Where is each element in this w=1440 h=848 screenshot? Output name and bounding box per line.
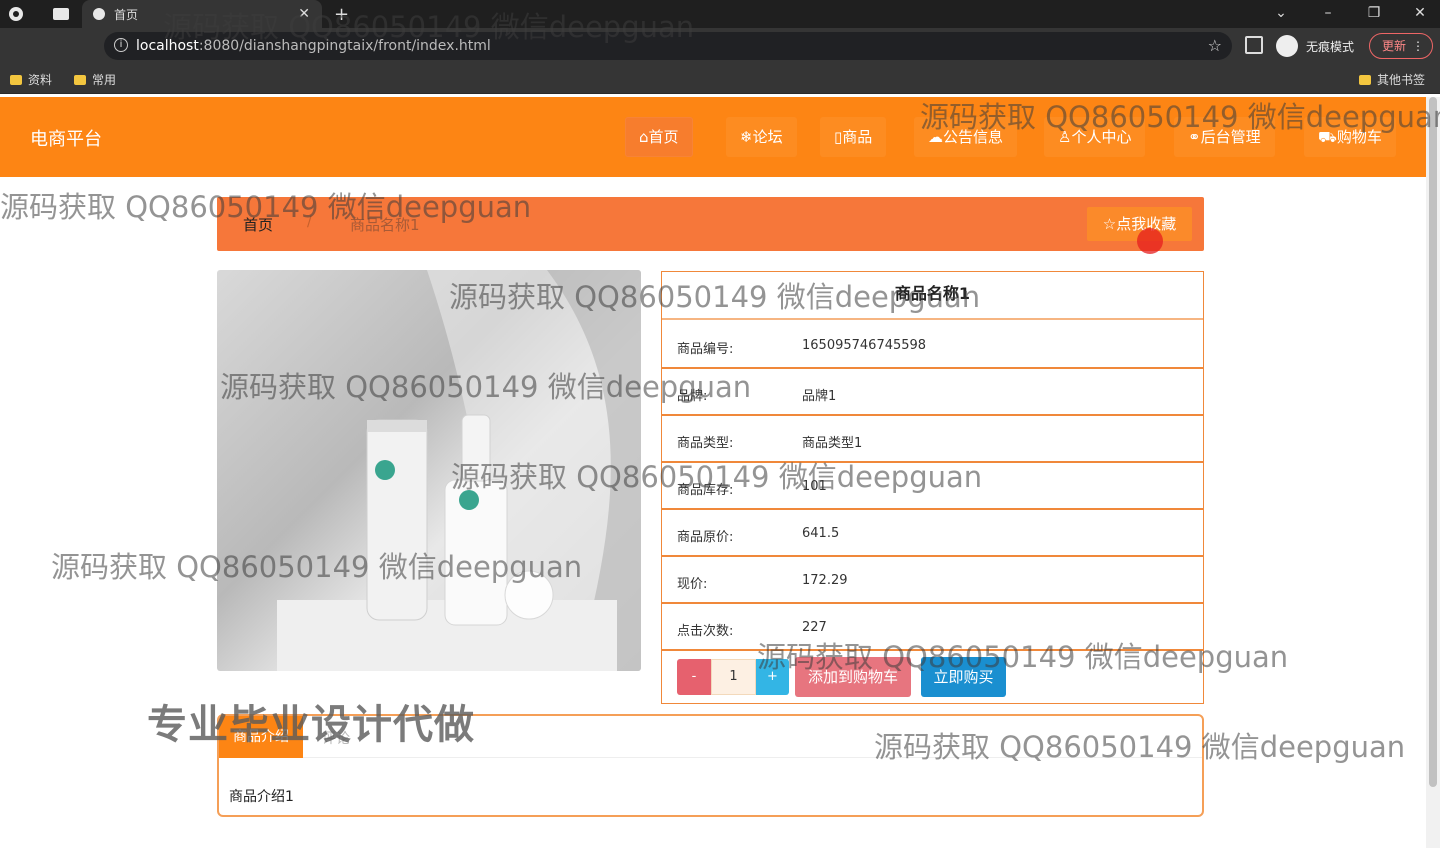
update-button[interactable]: 更新 ⋮ xyxy=(1369,33,1433,59)
tab-strip-icon[interactable] xyxy=(44,0,78,28)
row-value: 品牌1 xyxy=(802,389,837,404)
site-header: 电商平台 ⌂首页 ❄论坛 ▯商品 ☁公告信息 ♙个人中心 ⚭后台管理 ⛟购物车 xyxy=(0,97,1426,177)
nav-announcements[interactable]: ☁公告信息 xyxy=(914,117,1018,157)
incognito-indicator[interactable]: 无痕模式 xyxy=(1276,35,1354,57)
other-bookmarks-label: 其他书签 xyxy=(1377,73,1426,87)
breadcrumb: 首页 / 商品名称1 ☆点我收藏 xyxy=(217,197,1204,251)
incognito-icon xyxy=(1276,35,1298,57)
info-icon[interactable]: i xyxy=(114,38,128,52)
incognito-label: 无痕模式 xyxy=(1306,39,1355,54)
close-window-icon[interactable]: ✕ xyxy=(1397,0,1440,28)
row-value: 641.5 xyxy=(802,526,840,541)
url-path: :8080/dianshangpingtaix/front/index.html xyxy=(198,38,491,54)
bookmark-label: 资料 xyxy=(28,73,53,87)
product-image xyxy=(217,270,641,671)
row-label: 商品类型: xyxy=(677,436,734,451)
table-row: 商品类型: 商品类型1 xyxy=(662,416,1203,463)
folder-icon xyxy=(74,74,86,85)
url-field[interactable]: i localhost:8080/dianshangpingtaix/front… xyxy=(104,32,1232,60)
row-label: 现价: xyxy=(677,577,708,592)
browser-tab-active[interactable]: 首页 ✕ xyxy=(82,0,322,28)
row-label: 点击次数: xyxy=(677,624,734,639)
row-label: 商品库存: xyxy=(677,483,734,498)
quantity-input[interactable]: 1 xyxy=(711,659,756,695)
table-row: 商品编号: 165095746745598 xyxy=(662,322,1203,369)
nav-forum[interactable]: ❄论坛 xyxy=(726,117,797,157)
minimize-icon[interactable]: – xyxy=(1305,0,1351,28)
tab-title: 首页 xyxy=(114,7,139,22)
folder-icon xyxy=(10,74,22,85)
page-scrollbar[interactable] xyxy=(1426,97,1440,848)
row-label: 商品编号: xyxy=(677,342,734,357)
nav-cart[interactable]: ⛟购物车 xyxy=(1304,117,1396,157)
breadcrumb-current: 商品名称1 xyxy=(350,216,420,234)
bookmarks-bar: 资料 常用 其他书签 xyxy=(0,64,1440,94)
quantity-increase-button[interactable]: + xyxy=(756,659,789,695)
address-toolbar: ← → ↻ i localhost:8080/dianshangpingtaix… xyxy=(0,28,1440,84)
more-menu-icon: ⋮ xyxy=(1412,39,1424,53)
row-label: 商品原价: xyxy=(677,530,734,545)
row-value: 165095746745598 xyxy=(802,338,927,353)
row-value: 商品类型1 xyxy=(802,436,863,451)
nav-home[interactable]: ⌂首页 xyxy=(625,117,693,157)
bookmark-folder-1[interactable]: 资料 xyxy=(10,71,52,88)
breadcrumb-separator: / xyxy=(307,214,312,230)
url-host: localhost xyxy=(136,38,199,54)
browser-menu-icon[interactable] xyxy=(8,0,38,28)
scroll-thumb[interactable] xyxy=(1429,97,1437,787)
bookmark-folder-2[interactable]: 常用 xyxy=(74,71,116,88)
breadcrumb-home[interactable]: 首页 xyxy=(243,214,273,235)
site-logo[interactable]: 电商平台 xyxy=(30,125,102,151)
watermark-promo: 专业毕业设计代做 xyxy=(147,702,475,748)
product-detail-table: 商品名称1 商品编号: 165095746745598 品牌: 品牌1 商品类型… xyxy=(661,271,1204,704)
row-value: 227 xyxy=(802,620,827,635)
table-row: 商品库存: 101 xyxy=(662,463,1203,510)
restore-icon[interactable]: ❐ xyxy=(1351,0,1397,28)
nav-products[interactable]: ▯商品 xyxy=(820,117,887,157)
table-row: 商品原价: 641.5 xyxy=(662,510,1203,557)
bookmark-label: 常用 xyxy=(92,73,117,87)
row-label: 品牌: xyxy=(677,389,708,404)
nav-personal-center[interactable]: ♙个人中心 xyxy=(1044,117,1146,157)
intro-text: 商品介绍1 xyxy=(229,789,294,805)
row-value: 101 xyxy=(802,479,827,494)
nav-admin[interactable]: ⚭后台管理 xyxy=(1174,117,1275,157)
browser-tab-bar: 首页 ✕ + ⌄ – ❐ ✕ xyxy=(0,0,1440,28)
sidepanel-icon[interactable] xyxy=(1245,36,1263,54)
close-tab-icon[interactable]: ✕ xyxy=(298,6,310,22)
buy-now-button[interactable]: 立即购买 xyxy=(921,657,1006,697)
folder-icon xyxy=(1359,74,1371,85)
product-title: 商品名称1 xyxy=(662,272,1203,320)
table-row: 现价: 172.29 xyxy=(662,557,1203,604)
mouse-cursor-icon xyxy=(1137,228,1163,254)
table-row: 点击次数: 227 xyxy=(662,604,1203,651)
row-value: 172.29 xyxy=(802,573,848,588)
new-tab-icon[interactable]: + xyxy=(334,0,354,28)
add-to-cart-button[interactable]: 添加到购物车 xyxy=(795,657,911,697)
bookmark-star-icon[interactable]: ☆ xyxy=(1208,36,1222,55)
quantity-decrease-button[interactable]: - xyxy=(677,659,711,695)
other-bookmarks[interactable]: 其他书签 xyxy=(1359,71,1425,88)
update-label: 更新 xyxy=(1382,39,1407,53)
tab-search-icon[interactable]: ⌄ xyxy=(1258,0,1304,28)
globe-icon xyxy=(93,8,105,20)
table-row: 品牌: 品牌1 xyxy=(662,369,1203,416)
